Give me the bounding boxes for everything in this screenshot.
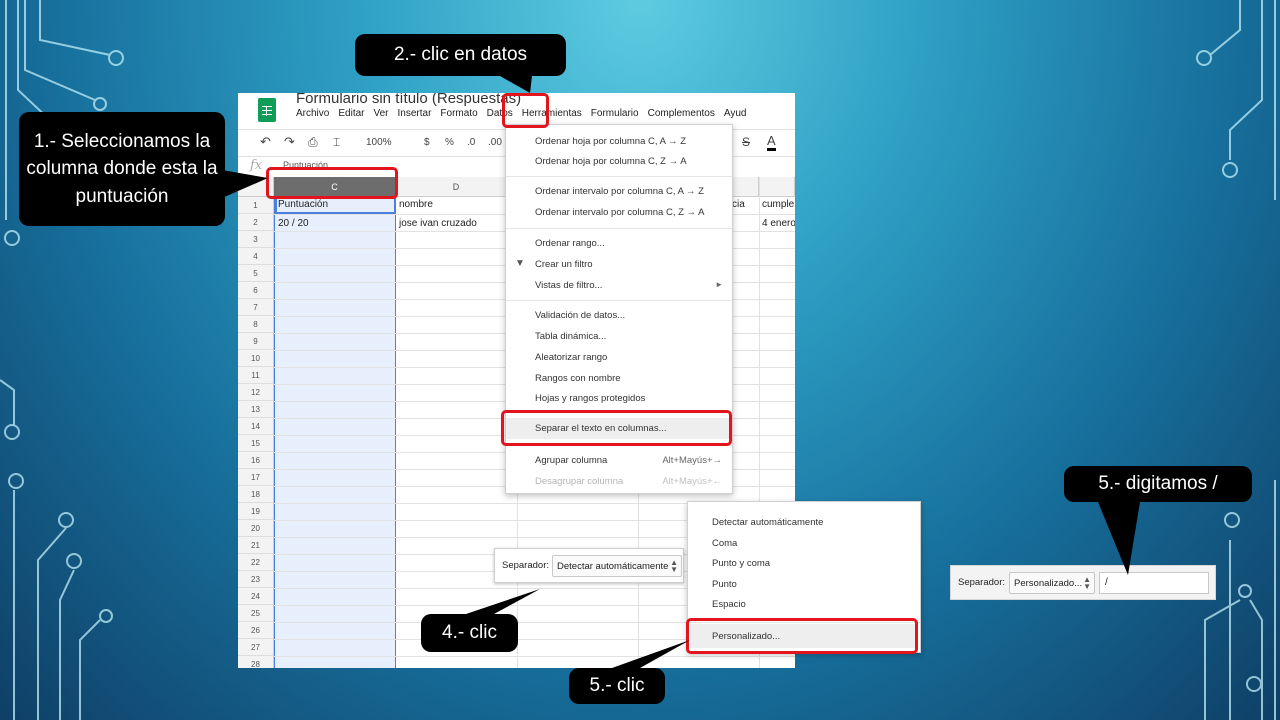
callout-step4: 4.- clic [421,614,518,652]
callout-step5-click: 5.- clic [569,668,665,704]
callout-step5-type: 5.- digitamos / [1064,466,1252,502]
callout-step1: 1.- Seleccionamos la columna donde esta … [19,112,225,226]
callout-step2: 2.- clic en datos [355,34,566,76]
callout-tails [222,76,1140,668]
